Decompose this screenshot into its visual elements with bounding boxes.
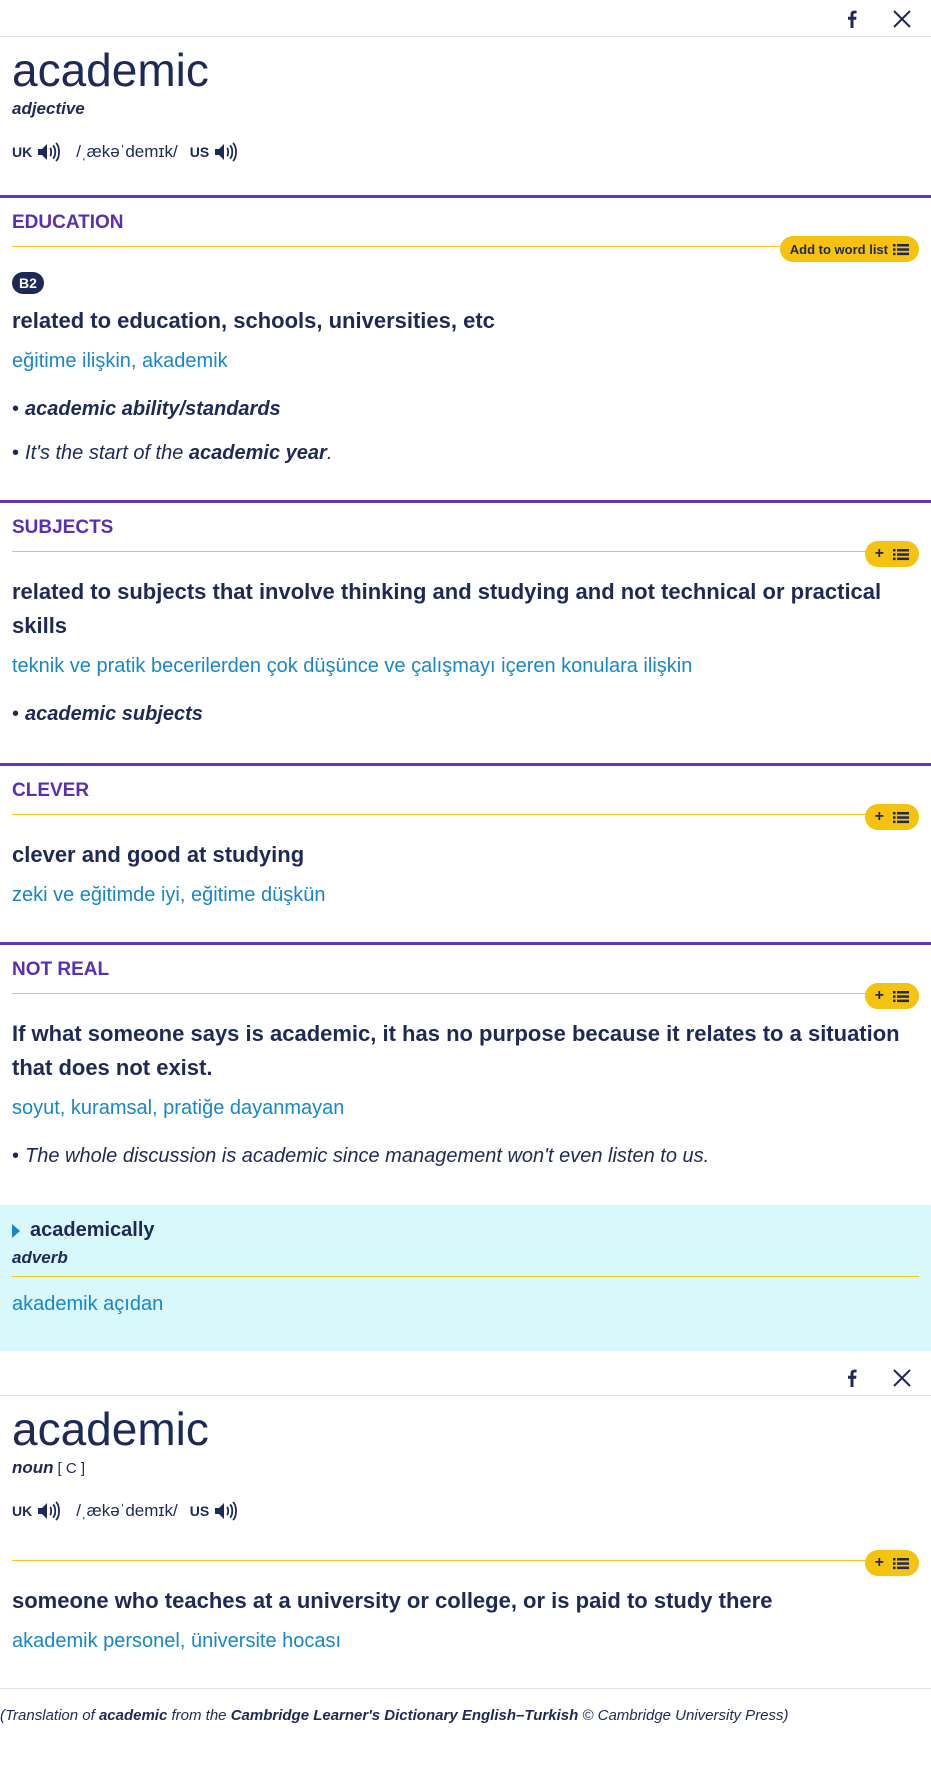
plus-icon: + xyxy=(874,545,884,562)
sense-clever: CLEVER + clever and good at studying zek… xyxy=(0,763,931,942)
share-bar xyxy=(0,1359,931,1396)
definition: related to education, schools, universit… xyxy=(12,308,495,333)
grammar-code: [ C ] xyxy=(57,1460,86,1477)
add-to-word-list-button[interactable]: + xyxy=(864,1550,919,1576)
runon-translation: akademik açıdan xyxy=(12,1293,164,1315)
part-of-speech: adjective xyxy=(12,99,85,118)
sense-divider: + xyxy=(12,1550,919,1576)
definition: someone who teaches at a university or c… xyxy=(12,1588,773,1613)
facebook-icon[interactable] xyxy=(841,8,863,30)
list-icon xyxy=(893,1557,909,1570)
triangle-right-icon xyxy=(12,1223,20,1238)
translation-credit: (Translation of academic from the Cambri… xyxy=(0,1688,931,1724)
sense-title: SUBJECTS xyxy=(12,517,114,538)
runon-pos: adverb xyxy=(12,1248,919,1277)
add-to-word-list-button[interactable]: + xyxy=(864,541,919,567)
translation: eğitime ilişkin, akademik xyxy=(12,350,228,372)
us-audio-speaker-icon[interactable] xyxy=(213,141,238,163)
example: • The whole discussion is academic since … xyxy=(12,1145,710,1167)
entry-header: academic noun[ C ] UK /ˌækəˈdemɪk/ US xyxy=(0,1402,931,1522)
add-to-word-list-button[interactable]: + xyxy=(864,983,919,1009)
list-icon xyxy=(893,811,909,824)
sense-title: CLEVER xyxy=(12,780,90,801)
uk-label: UK xyxy=(12,144,33,160)
sense-subjects: SUBJECTS + related to subjects that invo… xyxy=(0,500,931,763)
headword: academic xyxy=(12,1403,209,1455)
share-bar xyxy=(0,0,931,37)
part-of-speech: noun[ C ] xyxy=(12,1458,86,1477)
definition: clever and good at studying xyxy=(12,842,305,867)
ipa: /ˌækəˈdemɪk/ xyxy=(76,1501,178,1520)
us-label: US xyxy=(189,144,210,160)
list-icon xyxy=(893,243,909,256)
sense-noun: + someone who teaches at a university or… xyxy=(0,1550,931,1654)
runon-word[interactable]: academically xyxy=(12,1219,919,1242)
headword: academic xyxy=(12,44,209,96)
sense-divider: + xyxy=(12,804,919,830)
runon-block: academically adverb akademik açıdan xyxy=(0,1205,931,1351)
pronunciation: UK /ˌækəˈdemɪk/ US xyxy=(12,141,919,163)
translation: akademik personel, üniversite hocası xyxy=(12,1630,342,1652)
add-to-word-list-button[interactable]: Add to word list xyxy=(779,236,919,262)
sense-divider: Add to word list xyxy=(12,236,919,262)
sense-education: EDUCATION Add to word list B2 related to… xyxy=(0,195,931,500)
x-icon[interactable] xyxy=(891,8,913,30)
translation: teknik ve pratik becerilerden çok düşünc… xyxy=(12,655,693,677)
add-to-word-list-label: Add to word list xyxy=(789,241,888,257)
list-icon xyxy=(893,990,909,1003)
pronunciation: UK /ˌækəˈdemɪk/ US xyxy=(12,1500,919,1522)
sense-title: EDUCATION xyxy=(12,212,124,233)
us-audio-speaker-icon[interactable] xyxy=(213,1500,238,1522)
definition: related to subjects that involve thinkin… xyxy=(12,579,882,638)
sense-divider: + xyxy=(12,541,919,567)
translation: zeki ve eğitimde iyi, eğitime düşkün xyxy=(12,884,326,906)
facebook-icon[interactable] xyxy=(841,1367,863,1389)
us-label: US xyxy=(189,1503,210,1519)
example: • academic subjects xyxy=(12,703,203,725)
uk-audio-speaker-icon[interactable] xyxy=(36,1500,61,1522)
add-to-word-list-button[interactable]: + xyxy=(864,804,919,830)
plus-icon: + xyxy=(874,808,884,825)
example: • academic ability/standards xyxy=(12,398,281,420)
uk-audio-speaker-icon[interactable] xyxy=(36,141,61,163)
runon-word-label: academically xyxy=(30,1219,155,1241)
sense-title: NOT REAL xyxy=(12,959,110,980)
entry-header: academic adjective UK /ˌækəˈdemɪk/ US xyxy=(0,43,931,163)
x-icon[interactable] xyxy=(891,1367,913,1389)
ipa: /ˌækəˈdemɪk/ xyxy=(76,142,178,161)
list-icon xyxy=(893,548,909,561)
level-badge: B2 xyxy=(12,272,44,294)
definition: If what someone says is academic, it has… xyxy=(12,1021,900,1080)
sense-not-real: NOT REAL + If what someone says is acade… xyxy=(0,942,931,1169)
uk-label: UK xyxy=(12,1503,33,1519)
translation: soyut, kuramsal, pratiğe dayanmayan xyxy=(12,1097,345,1119)
sense-divider: + xyxy=(12,983,919,1009)
plus-icon: + xyxy=(874,1554,884,1571)
example: • It's the start of the academic year. xyxy=(12,442,333,464)
plus-icon: + xyxy=(874,987,884,1004)
